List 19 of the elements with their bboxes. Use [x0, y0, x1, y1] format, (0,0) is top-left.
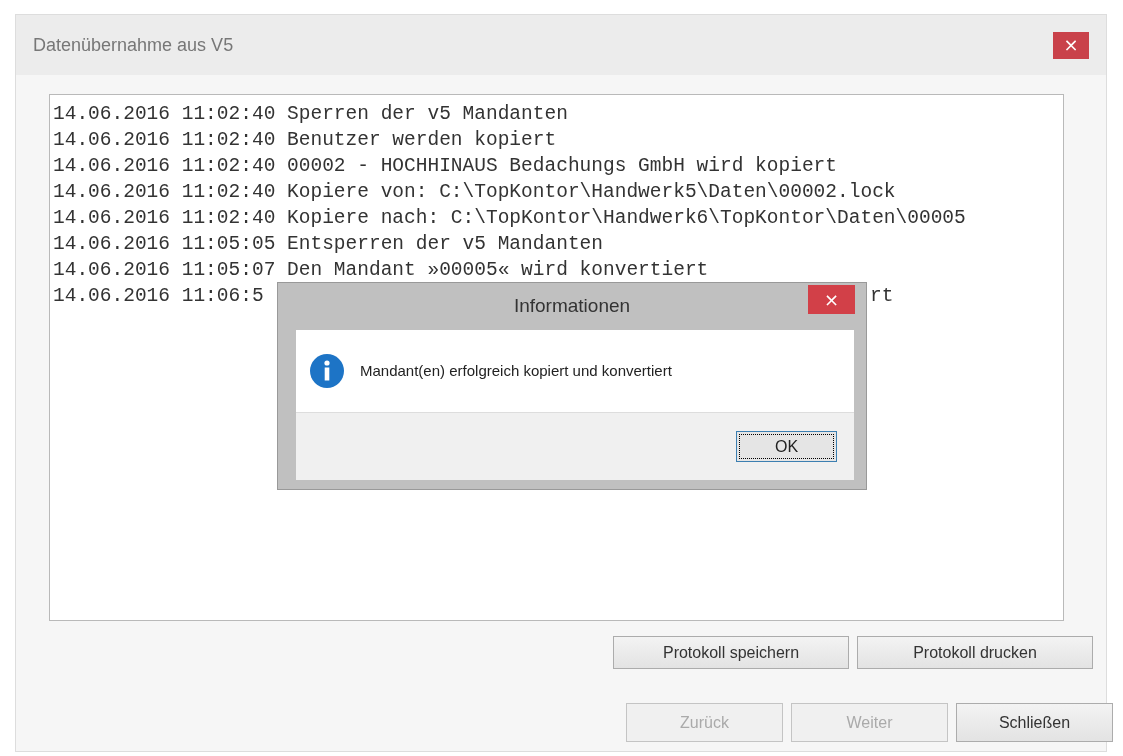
log-line: 14.06.2016 11:05:07 Den Mandant »00005« wird konvertiert [53, 259, 709, 281]
window-title: Datenübernahme aus V5 [33, 33, 234, 57]
close-button[interactable]: × [808, 285, 855, 314]
log-line: 14.06.2016 11:02:40 Kopiere nach: C:\TopKontor\Handwerk6\TopKontor\Daten\00005 [53, 207, 966, 229]
ok-button[interactable]: OK [736, 431, 837, 462]
close-button[interactable]: × [1053, 31, 1089, 59]
dialog-button[interactable]: Protokoll drucken [857, 636, 1093, 669]
log-line: 14.06.2016 11:02:40 Kopiere von: C:\TopKontor\Handwerk5\Daten\00002.lock [53, 181, 896, 203]
info-icon [310, 354, 344, 388]
dialog-button[interactable]: Schließen [956, 703, 1113, 742]
log-line-fragment: rt [870, 284, 894, 309]
log-line: 14.06.2016 11:02:40 00002 - HOCHHINAUS Bedachungs GmbH wird kopiert [53, 155, 838, 177]
log-line: 14.06.2016 11:05:05 Entsperren der v5 Mandanten [53, 233, 603, 255]
log-line: 14.06.2016 11:02:40 Sperren der v5 Mandanten [53, 103, 568, 125]
log-line: 14.06.2016 11:02:40 Benutzer werden kopiert [53, 129, 557, 151]
dialog-button[interactable]: Protokoll speichern [613, 636, 849, 669]
dialog-title: Informationen [513, 294, 631, 319]
log-line: 14.06.2016 11:06:5 [53, 285, 264, 307]
dialog-message: Mandant(en) erfolgreich kopiert und konvertiert [360, 360, 672, 381]
